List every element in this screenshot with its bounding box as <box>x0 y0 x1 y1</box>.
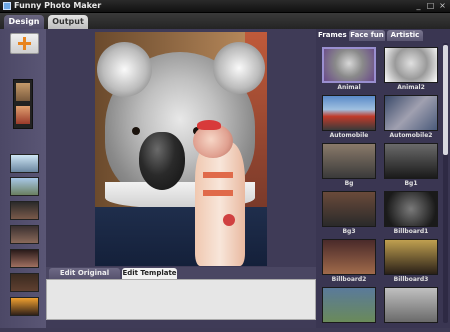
frame-label: Bg <box>344 180 354 187</box>
face-thumbnail[interactable] <box>16 83 30 101</box>
frame-thumbnail <box>322 143 376 179</box>
frame-thumbnail <box>322 287 376 323</box>
minimize-button[interactable]: _ <box>413 1 424 11</box>
left-sidebar <box>0 29 46 328</box>
frame-thumbnail <box>384 95 438 131</box>
add-photo-button[interactable] <box>10 33 39 54</box>
face-thumbnail[interactable] <box>16 106 30 124</box>
template-panel: Frames Face fun Artistic Animal Animal2 … <box>316 29 450 328</box>
tab-output[interactable]: Output <box>48 15 88 29</box>
frame-gallery-scrollbar[interactable] <box>443 43 448 323</box>
photo-thumbnail[interactable] <box>10 297 39 316</box>
close-button[interactable]: × <box>437 1 448 11</box>
frame-thumbnail <box>322 191 376 227</box>
frame-item-billboard2[interactable]: Billboard2 <box>320 239 378 284</box>
frame-label: Automobile2 <box>389 132 433 139</box>
tab-artistic[interactable]: Artistic <box>387 30 423 41</box>
maximize-button[interactable]: □ <box>425 1 436 11</box>
frame-item[interactable] <box>382 287 440 332</box>
tab-face-fun[interactable]: Face fun <box>349 30 385 41</box>
edit-tab-bar: Edit Original Image Edit Template <box>46 267 316 288</box>
frame-thumbnail <box>322 239 376 275</box>
tab-edit-template[interactable]: Edit Template <box>122 268 177 279</box>
tab-edit-original-image[interactable]: Edit Original Image <box>49 268 120 288</box>
photo-thumbnail[interactable] <box>10 201 39 220</box>
canvas-workspace <box>46 29 316 267</box>
frame-thumbnail <box>384 239 438 275</box>
frame-thumbnail <box>322 95 376 131</box>
scrollbar-thumb[interactable] <box>443 45 448 155</box>
tab-design[interactable]: Design <box>4 15 44 29</box>
frame-item-billboard3[interactable]: Billboard3 <box>382 239 440 284</box>
frame-item[interactable] <box>320 287 378 332</box>
title-bar: Funny Photo Maker _ □ × <box>0 0 450 13</box>
frame-thumbnail <box>384 191 438 227</box>
frame-gallery: Animal Animal2 Automobile Automobile2 Bg… <box>320 47 442 328</box>
edit-options-panel <box>46 279 316 320</box>
face-thumbnail-strip[interactable] <box>13 79 33 129</box>
frame-item-bg[interactable]: Bg <box>320 143 378 188</box>
frame-label: Billboard3 <box>393 276 429 283</box>
frame-item-bg3[interactable]: Bg3 <box>320 191 378 236</box>
frame-label: Animal <box>337 84 361 91</box>
frame-thumbnail <box>384 287 438 323</box>
photo-thumbnail[interactable] <box>10 249 39 268</box>
frame-label: Animal2 <box>397 84 425 91</box>
frame-label: Bg3 <box>342 228 356 235</box>
main-tab-bar: Design Output <box>0 13 450 29</box>
frame-label: Billboard2 <box>331 276 367 283</box>
frame-item-bg1[interactable]: Bg1 <box>382 143 440 188</box>
toy-figure-image <box>195 142 245 266</box>
photo-thumbnail[interactable] <box>10 225 39 244</box>
frame-item-automobile[interactable]: Automobile <box>320 95 378 140</box>
category-tabs: Frames Face fun Artistic <box>316 29 450 41</box>
photo-thumbnail[interactable] <box>10 154 39 173</box>
app-icon <box>3 2 11 10</box>
frame-item-billboard1[interactable]: Billboard1 <box>382 191 440 236</box>
frame-thumbnail <box>322 47 376 83</box>
photo-canvas[interactable] <box>95 32 267 266</box>
frame-thumbnail <box>384 47 438 83</box>
tab-frames[interactable]: Frames <box>318 30 347 41</box>
frame-label: Billboard1 <box>393 228 429 235</box>
frame-label: Bg1 <box>404 180 418 187</box>
frame-item-animal[interactable]: Animal <box>320 47 378 92</box>
frame-item-animal2[interactable]: Animal2 <box>382 47 440 92</box>
photo-thumbnail[interactable] <box>10 177 39 196</box>
window-title: Funny Photo Maker <box>14 1 102 10</box>
photo-thumbnail[interactable] <box>10 273 39 292</box>
frame-item-automobile2[interactable]: Automobile2 <box>382 95 440 140</box>
frame-thumbnail <box>384 143 438 179</box>
frame-label: Automobile <box>329 132 369 139</box>
